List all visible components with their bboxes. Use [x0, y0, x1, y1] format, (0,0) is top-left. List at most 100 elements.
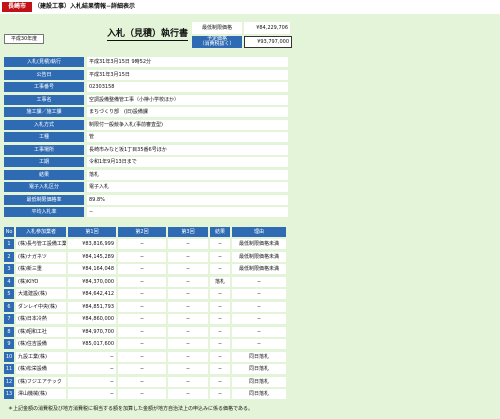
company-name[interactable]: (株)日本冷熱 — [16, 314, 66, 324]
min-price-value: ¥84,229,706 — [244, 22, 290, 34]
info-key: 工事場所 — [4, 144, 84, 155]
reason-header: 理由 — [232, 227, 286, 237]
info-value: 長崎市みなと坂1丁目35番6号ほか — [87, 144, 288, 155]
round3-bid: − — [168, 264, 208, 274]
result-header: 結果 — [210, 227, 230, 237]
min-price-label: 最低制限価格 — [192, 22, 242, 34]
result-cell: − — [210, 289, 230, 299]
row-number: 10 — [4, 351, 14, 362]
info-value: − — [87, 207, 288, 217]
company-name[interactable]: (株)住吉設備 — [16, 339, 66, 349]
round3-bid: − — [168, 364, 208, 374]
round3-bid: − — [168, 351, 208, 362]
info-row: 工事名 空調設備整備管工事（小榊小学校ほか） — [4, 94, 288, 106]
info-row: 工種管 — [4, 132, 288, 143]
reason-cell: − — [232, 314, 286, 324]
round1-bid: ¥85,017,600 — [68, 339, 116, 349]
row-number: 5 — [4, 289, 14, 299]
company-name[interactable]: (株)長与管工設備工業所 — [16, 239, 66, 249]
result-cell: − — [210, 389, 230, 399]
company-name[interactable]: (株)新三重 — [16, 264, 66, 274]
round1-bid: − — [68, 389, 116, 399]
round3-bid: − — [168, 251, 208, 262]
round2-bid: − — [118, 326, 166, 337]
round3-header: 第3回 — [168, 227, 208, 237]
round1-bid: ¥84,851,793 — [68, 301, 116, 312]
company-name[interactable]: (株)フジエアテック — [16, 376, 66, 387]
info-value: まちづくり部 (旧)設備課 — [87, 107, 288, 117]
reason-cell: − — [232, 326, 286, 337]
round2-bid: − — [118, 289, 166, 299]
top-bar: 長崎市 （建設工事）入札結果情報−詳細表示 — [0, 0, 500, 14]
info-value: 落札 — [87, 169, 288, 180]
info-row: 公告日 平成31年3月15日 — [4, 69, 288, 81]
reason-cell: 最低制限価格未満 — [232, 264, 286, 274]
round2-bid: − — [118, 364, 166, 374]
reason-cell: 同日落札 — [232, 389, 286, 399]
result-cell: − — [210, 314, 230, 324]
info-row: 電子入札区分 電子入札 — [4, 182, 288, 193]
round3-bid: − — [168, 314, 208, 324]
result-cell: − — [210, 351, 230, 362]
round3-bid: − — [168, 276, 208, 287]
info-value: 平成31年3月15日 — [87, 69, 288, 80]
info-key: 公告日 — [4, 69, 84, 80]
result-cell: 落札 — [210, 276, 230, 287]
info-value: 02303158 — [87, 82, 288, 92]
reason-cell: 最低制限価格未満 — [232, 239, 286, 249]
round3-bid: − — [168, 289, 208, 299]
page-title: 入札（見積）執行書 — [107, 29, 189, 41]
round1-bid: ¥84,860,000 — [68, 314, 116, 324]
round3-bid: − — [168, 376, 208, 387]
info-key: 平均入札率 — [4, 207, 84, 217]
round2-bid: − — [118, 389, 166, 399]
company-name[interactable]: (株)松栄設備 — [16, 364, 66, 374]
info-value: 管 — [87, 132, 288, 142]
row-number: 8 — [4, 326, 14, 337]
round1-bid: ¥84,164,048 — [68, 264, 116, 274]
row-number: 13 — [4, 389, 14, 399]
company-header: 入札参加業者 — [16, 227, 66, 237]
info-row: 工期 令和1年9月13日まで — [4, 157, 288, 168]
company-name[interactable]: 澤山機械(株) — [16, 389, 66, 399]
company-name[interactable]: 大進建設(株) — [16, 289, 66, 299]
result-cell: − — [210, 339, 230, 349]
result-cell: − — [210, 364, 230, 374]
info-key: 工事名 — [4, 94, 84, 105]
round3-bid: − — [168, 301, 208, 312]
round1-bid: − — [68, 364, 116, 374]
city-badge[interactable]: 長崎市 — [2, 2, 32, 12]
round1-bid: ¥83,816,999 — [68, 239, 116, 249]
row-number: 12 — [4, 376, 14, 387]
reason-cell: 同日落札 — [232, 351, 286, 362]
round3-bid: − — [168, 326, 208, 337]
reason-cell: 最低制限価格未満 — [232, 251, 286, 262]
row-number: 9 — [4, 339, 14, 349]
info-key: 最低制限価格率 — [4, 194, 84, 205]
round2-bid: − — [118, 251, 166, 262]
round2-bid: − — [118, 351, 166, 362]
round2-bid: − — [118, 264, 166, 274]
company-name[interactable]: (株)ナガネツ — [16, 251, 66, 262]
result-cell: − — [210, 264, 230, 274]
reason-cell: − — [232, 301, 286, 312]
info-value: 空調設備整備管工事（小榊小学校ほか） — [87, 94, 288, 105]
info-key: 結果 — [4, 169, 84, 180]
round3-bid: − — [168, 339, 208, 349]
info-row: 最低制限価格率 89.8% — [4, 194, 288, 206]
round1-bid: ¥84,970,700 — [68, 326, 116, 337]
footnote: ＊上記金額の消費税及び地方消費税に相当する額を加算した金額が地方自治法上の申込み… — [8, 406, 253, 412]
info-key: 工期 — [4, 157, 84, 167]
result-cell: − — [210, 239, 230, 249]
company-name[interactable]: (株)昭和工社 — [16, 326, 66, 337]
company-name[interactable]: (株)KIYO — [16, 276, 66, 287]
company-name[interactable]: 九設工業(株) — [16, 351, 66, 362]
info-value: 令和1年9月13日まで — [87, 157, 288, 167]
result-cell: − — [210, 326, 230, 337]
info-row: 入札方式 制限付一般競争入札(事前審査型) — [4, 119, 288, 131]
company-name[interactable]: ダンレイ中央(株) — [16, 301, 66, 312]
result-cell: − — [210, 376, 230, 387]
row-number: 7 — [4, 314, 14, 324]
round2-header: 第2回 — [118, 227, 166, 237]
round2-bid: − — [118, 339, 166, 349]
